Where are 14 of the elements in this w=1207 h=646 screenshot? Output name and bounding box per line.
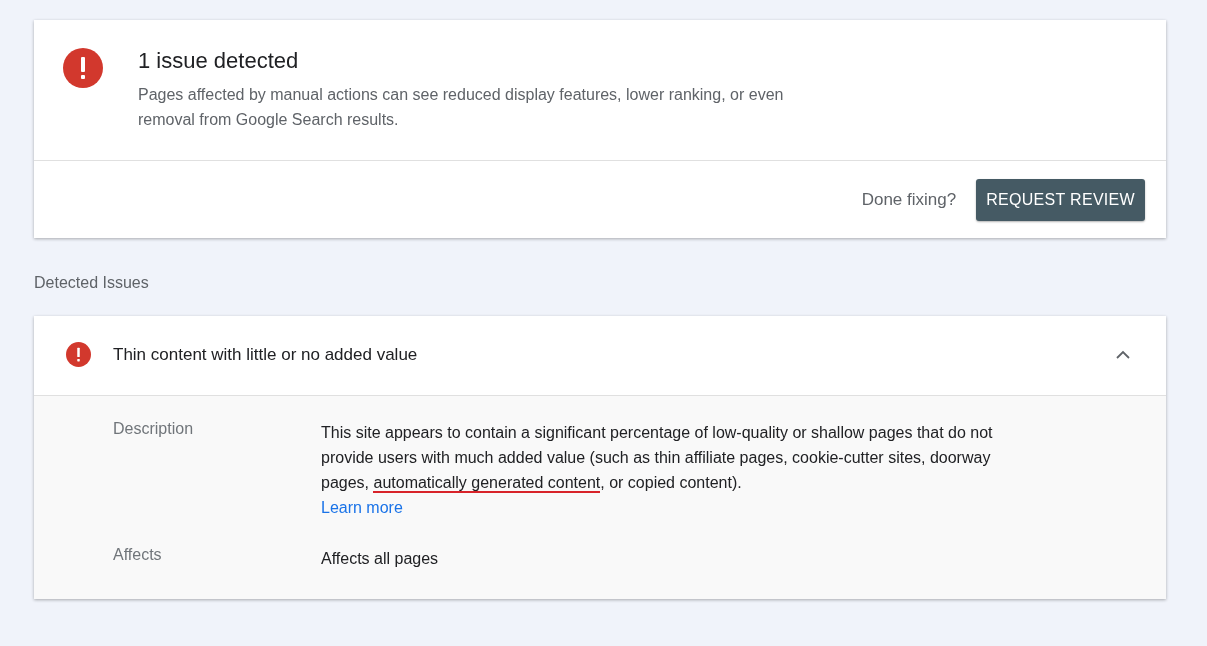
summary-text: Pages affected by manual actions can see reduced display features, lower ranking, or even removal from Google Search results. [138, 85, 785, 130]
alert-icon [66, 342, 91, 367]
issue-title: Thin content with little or no added value [113, 344, 419, 365]
request-review-button[interactable]: REQUEST REVIEW [976, 179, 1145, 221]
alert-icon [63, 48, 103, 88]
detail-value: Affects all pages [321, 549, 440, 569]
summary-title: 1 issue detected [138, 48, 300, 74]
detail-label: Affects [113, 546, 163, 565]
description-text: This site appears to contain a significant percentage of low-quality or shallow pages that do not provide users with much added value (such as thin affiliate pages, cookie-cutter sites, doorway pages, automatically generated content, or copied content). [321, 423, 994, 495]
section-title: Detected Issues [34, 273, 150, 293]
detail-label: Description [113, 420, 195, 439]
chevron-up-icon[interactable] [1116, 350, 1130, 359]
done-fixing-text: Done fixing? [861, 190, 957, 210]
learn-more-link[interactable]: Learn more [321, 495, 403, 520]
